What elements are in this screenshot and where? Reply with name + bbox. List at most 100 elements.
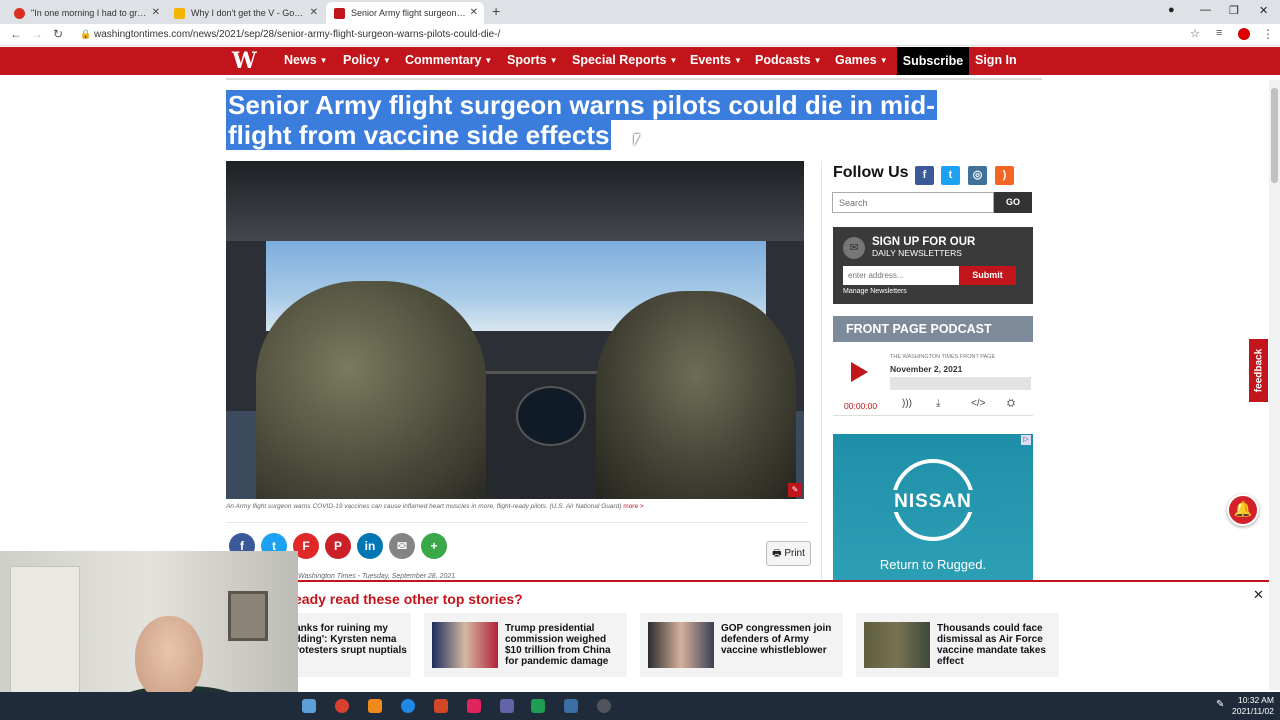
back-icon[interactable]: ← (10, 27, 22, 41)
share-more-icon[interactable]: + (421, 533, 447, 559)
taskbar-time: 10:32 AM (1238, 695, 1274, 705)
browser-tab-2[interactable]: Why I don't get the V - Google S ✕ (166, 2, 324, 24)
nav-item-events[interactable]: Events ▼ (690, 53, 742, 67)
pen-icon[interactable]: ✎ (1216, 699, 1230, 713)
taskbar-sublime-icon[interactable] (368, 699, 382, 713)
taskbar-explorer-icon[interactable] (302, 699, 316, 713)
follow-twitter-icon[interactable]: t (941, 166, 960, 185)
page-scrollbar[interactable] (1269, 80, 1280, 690)
newsletter-signup: ✉ SIGN UP FOR OUR DAILY NEWSLETTERS Subm… (833, 227, 1033, 304)
story-headline: hanks for ruining my edding': Kyrsten ne… (289, 623, 407, 656)
divider (821, 161, 822, 581)
tab-close-icon[interactable]: ✕ (152, 7, 160, 18)
nav-item-commentary[interactable]: Commentary ▼ (405, 53, 492, 67)
forward-icon[interactable]: → (31, 27, 43, 41)
newsletter-subtitle: DAILY NEWSLETTERS (872, 248, 962, 258)
close-icon[interactable]: ✕ (1253, 587, 1264, 603)
image-expand-icon[interactable]: ✎ (788, 483, 802, 497)
notification-bell-icon[interactable]: 🔔 (1227, 494, 1259, 526)
tab-title: Senior Army flight surgeon warns (351, 8, 467, 18)
taskbar-app-icon[interactable] (564, 699, 578, 713)
adchoices-icon[interactable]: ▷ (1021, 435, 1031, 445)
webcam-person (135, 616, 203, 701)
sign-in-link[interactable]: Sign In (975, 53, 1017, 67)
recommended-story[interactable]: GOP congressmen join defenders of Army v… (640, 613, 843, 677)
podcast-header[interactable]: FRONT PAGE PODCAST (833, 316, 1033, 342)
podcast-rss-icon[interactable]: ))) (902, 398, 912, 409)
url-field[interactable]: washingtontimes.com/news/2021/sep/28/sen… (94, 29, 500, 40)
browser-tab-3[interactable]: Senior Army flight surgeon warns ✕ (326, 2, 484, 24)
recommended-story[interactable]: Trump presidential commission weighed $1… (424, 613, 627, 677)
subscribe-button[interactable]: Subscribe (897, 47, 969, 75)
maximize-icon[interactable]: ❐ (1229, 4, 1239, 17)
nav-label: Commentary (405, 53, 482, 67)
account-icon[interactable]: ● (1168, 4, 1175, 16)
podcast-progress-bar[interactable] (890, 377, 1031, 390)
newsletter-title: SIGN UP FOR OUR (872, 236, 976, 248)
nav-item-podcasts[interactable]: Podcasts ▼ (755, 53, 822, 67)
share-pinterest-icon[interactable]: P (325, 533, 351, 559)
nav-item-special-reports[interactable]: Special Reports ▼ (572, 53, 677, 67)
new-tab-icon[interactable]: + (492, 3, 500, 19)
share-email-icon[interactable]: ✉ (389, 533, 415, 559)
taskbar-excel-icon[interactable] (531, 699, 545, 713)
feedback-tab[interactable]: feedback (1248, 338, 1269, 403)
caret-down-icon: ▼ (484, 56, 493, 65)
podcast-download-icon[interactable]: ⤓ (936, 398, 940, 409)
follow-facebook-icon[interactable]: f (915, 166, 934, 185)
recommended-title: eady read these other top stories? (294, 591, 523, 607)
newsletter-submit-button[interactable]: Submit (959, 266, 1016, 285)
taskbar-app-icon[interactable] (401, 699, 415, 713)
manage-newsletters-link[interactable]: Manage Newsletters (843, 288, 907, 295)
tab-favicon-icon (174, 7, 185, 19)
newsletter-email-field[interactable] (843, 266, 959, 285)
tab-close-icon[interactable]: ✕ (310, 7, 318, 18)
story-headline: GOP congressmen join defenders of Army v… (721, 623, 832, 656)
podcast-play-icon[interactable] (851, 362, 868, 382)
article-hero-image[interactable]: ✎ (226, 161, 804, 499)
nav-item-news[interactable]: News ▼ (284, 53, 328, 67)
share-linkedin-icon[interactable]: in (357, 533, 383, 559)
advertisement[interactable]: NISSAN Return to Rugged. ▷ (833, 434, 1033, 580)
reload-icon[interactable]: ↻ (53, 27, 63, 41)
site-logo[interactable]: W (232, 49, 262, 73)
tab-title: Why I don't get the V - Google S (191, 8, 307, 18)
article-byline: Washington Times - Tuesday, September 28… (298, 573, 456, 580)
cockpit-overhead-panel (226, 161, 804, 241)
podcast-share-icon[interactable]: ⛭ (1007, 398, 1015, 409)
story-headline: Thousands could face dismissal as Air Fo… (937, 623, 1046, 667)
browser-menu-icon[interactable]: ⋮ (1262, 27, 1274, 41)
podcast-embed-icon[interactable]: </> (971, 398, 985, 409)
minimize-icon[interactable]: — (1200, 4, 1211, 16)
taskbar-powerpoint-icon[interactable] (434, 699, 448, 713)
nav-item-policy[interactable]: Policy ▼ (343, 53, 391, 67)
caret-down-icon: ▼ (382, 56, 391, 65)
media-control-icon[interactable]: ≡ (1216, 27, 1222, 39)
recording-extension-icon[interactable] (1238, 28, 1250, 40)
close-window-icon[interactable]: ✕ (1259, 4, 1268, 17)
nav-item-games[interactable]: Games ▼ (835, 53, 888, 67)
search-go-button[interactable]: GO (994, 192, 1032, 213)
taskbar-clock-app-icon[interactable] (597, 699, 611, 713)
envelope-icon: ✉ (843, 237, 865, 259)
taskbar-chrome-icon[interactable] (335, 699, 349, 713)
follow-rss-icon[interactable]: ) (995, 166, 1014, 185)
caption-more-link[interactable]: more > (623, 503, 643, 510)
recommended-story[interactable]: Thousands could face dismissal as Air Fo… (856, 613, 1059, 677)
print-button[interactable]: 🖶 Print (766, 541, 811, 566)
taskbar-clock[interactable]: 10:32 AM 2021/11/02 (1232, 695, 1274, 717)
bookmark-star-icon[interactable]: ☆ (1190, 27, 1200, 40)
search-input[interactable] (832, 192, 994, 213)
scrollbar-thumb[interactable] (1271, 88, 1278, 183)
ad-tagline: Return to Rugged. (879, 557, 987, 572)
nav-item-sports[interactable]: Sports ▼ (507, 53, 558, 67)
taskbar-app-icon[interactable] (467, 699, 481, 713)
tab-close-icon[interactable]: ✕ (470, 7, 478, 18)
taskbar-teams-icon[interactable] (500, 699, 514, 713)
article-headline[interactable]: Senior Army flight surgeon warns pilots … (226, 90, 996, 150)
browser-tab-1[interactable]: "In one morning I had to ground ✕ (6, 2, 166, 24)
follow-instagram-icon[interactable]: ◎ (968, 166, 987, 185)
nav-label: Games (835, 53, 877, 67)
tab-title: "In one morning I had to ground (31, 8, 147, 18)
lock-icon[interactable]: 🔒 (80, 29, 91, 40)
